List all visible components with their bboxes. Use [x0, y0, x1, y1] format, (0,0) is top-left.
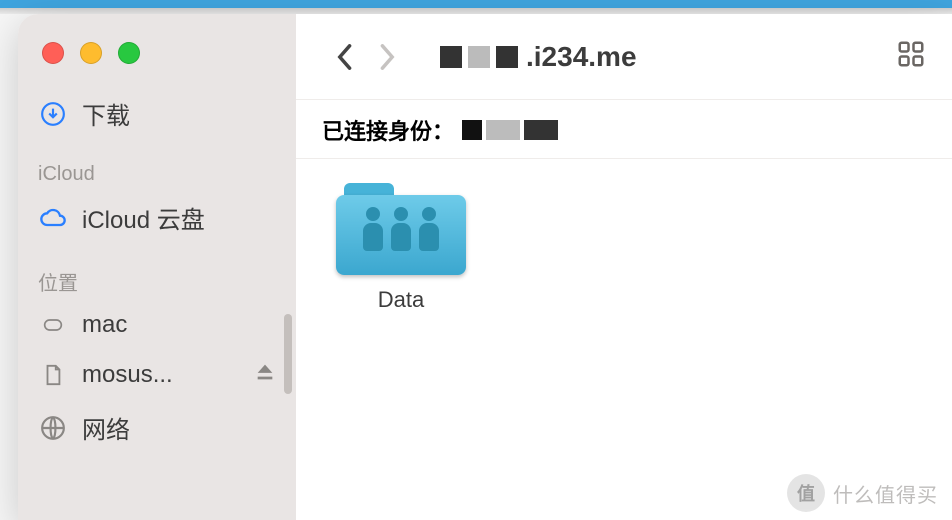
document-icon — [38, 360, 68, 390]
sidebar-item-label: mosus... — [82, 361, 173, 389]
finder-window: 下载 iCloud iCloud 云盘 位置 mac mosus... — [18, 14, 952, 520]
toolbar: .i234.me — [296, 14, 952, 100]
sidebar-item-mac[interactable]: mac — [18, 300, 296, 350]
connection-bar: 已连接身份： — [296, 100, 952, 159]
eject-icon[interactable] — [254, 361, 276, 390]
cloud-icon — [38, 203, 68, 233]
view-grid-button[interactable] — [896, 39, 926, 74]
maximize-button[interactable] — [118, 42, 140, 64]
sidebar-item-label: 下载 — [82, 96, 130, 131]
sidebar-item-icloud-drive[interactable]: iCloud 云盘 — [18, 190, 296, 245]
title-text: .i234.me — [526, 41, 637, 73]
close-button[interactable] — [42, 42, 64, 64]
sidebar-header-icloud: iCloud — [18, 141, 296, 190]
globe-icon — [38, 413, 68, 443]
content-area[interactable]: Data — [296, 159, 952, 337]
minimize-button[interactable] — [80, 42, 102, 64]
redacted-identity — [462, 120, 558, 140]
main-pane: .i234.me 已连接身份： Data — [296, 14, 952, 520]
watermark-text: 什么值得买 — [833, 479, 938, 508]
watermark: 值 什么值得买 — [787, 474, 938, 512]
sidebar-item-label: iCloud 云盘 — [82, 200, 205, 235]
sidebar-item-downloads[interactable]: 下载 — [18, 86, 296, 141]
shared-folder-icon — [336, 183, 466, 275]
sidebar-item-label: mac — [82, 311, 127, 339]
folder-item-data[interactable]: Data — [336, 183, 466, 313]
sidebar-scrollbar[interactable] — [284, 314, 292, 394]
sidebar-item-label: 网络 — [82, 410, 130, 445]
sidebar-item-network[interactable]: 网络 — [18, 400, 296, 455]
sidebar: 下载 iCloud iCloud 云盘 位置 mac mosus... — [18, 14, 296, 520]
watermark-badge: 值 — [787, 474, 825, 512]
connection-label: 已连接身份： — [322, 114, 454, 146]
forward-button[interactable] — [366, 35, 410, 79]
back-button[interactable] — [322, 35, 366, 79]
redacted-host-prefix — [440, 46, 518, 68]
sidebar-item-mosus[interactable]: mosus... — [18, 350, 296, 400]
window-controls — [18, 28, 296, 86]
sidebar-header-locations: 位置 — [18, 245, 296, 300]
download-circle-icon — [38, 99, 68, 129]
disk-icon — [38, 310, 68, 340]
folder-label: Data — [378, 287, 424, 313]
location-title: .i234.me — [440, 41, 637, 73]
